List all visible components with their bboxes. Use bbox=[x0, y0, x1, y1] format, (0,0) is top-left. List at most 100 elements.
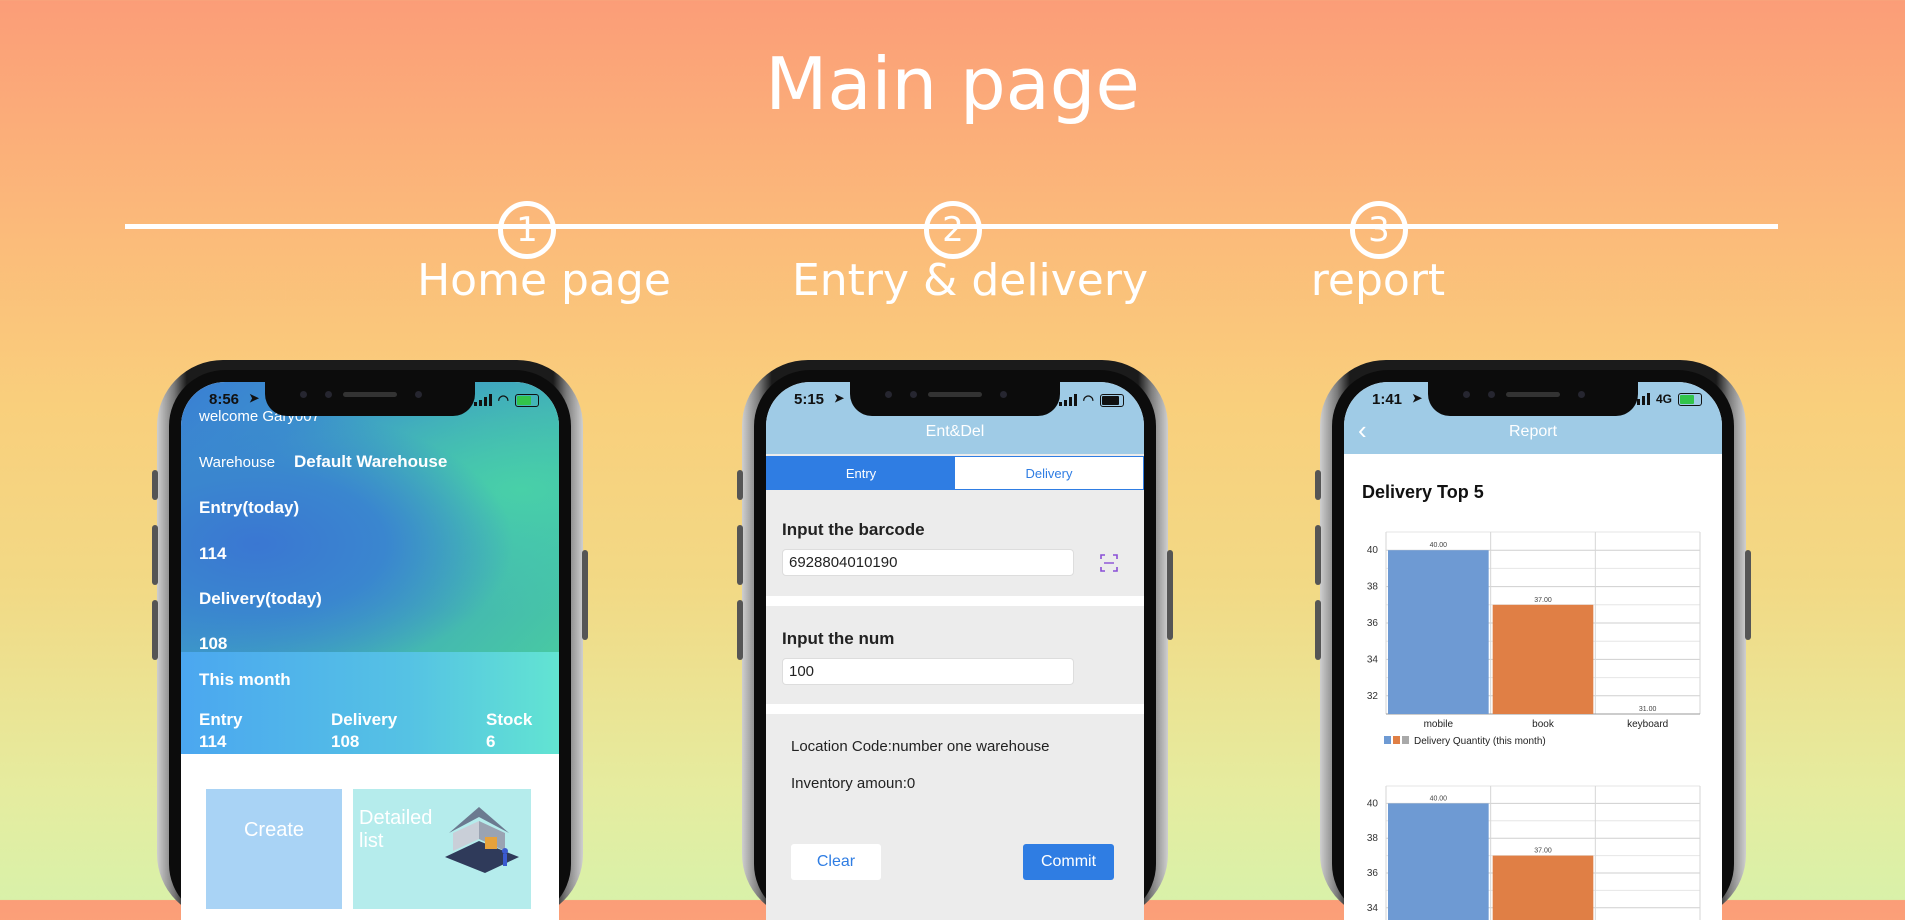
phone-side-button bbox=[152, 470, 158, 500]
home-screen: 8:56 ➤ ◠ welcome Gary007 Warehouse Defau… bbox=[181, 382, 559, 920]
phone-notch bbox=[1428, 382, 1638, 416]
delivery-today-value: 108 bbox=[199, 634, 228, 653]
commit-button[interactable]: Commit bbox=[1023, 844, 1114, 880]
phone-side-button bbox=[1315, 525, 1321, 585]
sensor-dot bbox=[910, 391, 917, 398]
x-tick-label: keyboard bbox=[1627, 719, 1668, 730]
warehouse-illustration-icon bbox=[445, 807, 519, 873]
delivery-chart-secondary: 34 36 38 40 40.00 37.00 bbox=[1367, 785, 1701, 920]
main-title: Main page bbox=[765, 42, 1140, 126]
location-code-text: Location Code:number one warehouse bbox=[791, 738, 1050, 755]
month-stock-label: Stock bbox=[486, 710, 533, 729]
tab-delivery[interactable]: Delivery bbox=[955, 457, 1143, 489]
chart-heading: Delivery Top 5 bbox=[1362, 482, 1484, 502]
month-delivery-value: 108 bbox=[331, 732, 360, 751]
detailed-list-tile[interactable]: Detailed list bbox=[353, 789, 531, 909]
location-arrow-icon: ➤ bbox=[249, 391, 260, 405]
inventory-amount-text: Inventory amoun:0 bbox=[791, 775, 916, 792]
scan-icon[interactable] bbox=[1100, 554, 1118, 572]
sensor-dot bbox=[885, 391, 892, 398]
legend-swatch bbox=[1384, 736, 1391, 744]
phone-side-button bbox=[1315, 470, 1321, 500]
speaker bbox=[928, 392, 982, 397]
phone-side-button bbox=[582, 550, 588, 640]
delivery-top5-chart: 32 34 36 38 40 40.00 mobile 37.00 book 31.00 keybo… bbox=[1367, 531, 1701, 747]
phone-side-button bbox=[1745, 550, 1751, 640]
month-stock-value: 6 bbox=[486, 732, 496, 751]
phone-side-button bbox=[737, 525, 743, 585]
section-divider bbox=[766, 704, 1144, 714]
home-hero-panel: 8:56 ➤ ◠ welcome Gary007 Warehouse Defau… bbox=[181, 382, 559, 653]
legend-swatch bbox=[1402, 736, 1409, 744]
phone-side-button bbox=[152, 525, 158, 585]
y-tick-label: 38 bbox=[1367, 582, 1379, 593]
phone-side-button bbox=[737, 600, 743, 660]
battery-icon bbox=[1678, 392, 1702, 406]
sensor-dot bbox=[325, 391, 332, 398]
bar bbox=[1388, 550, 1489, 714]
bar bbox=[1492, 604, 1594, 714]
this-month-label: This month bbox=[199, 670, 291, 689]
location-arrow-icon: ➤ bbox=[834, 391, 845, 405]
phone-home: 8:56 ➤ ◠ welcome Gary007 Warehouse Defau… bbox=[152, 360, 588, 920]
step-2-circle: 2 bbox=[924, 201, 982, 259]
sensor-dot bbox=[1488, 391, 1495, 398]
step-1-circle: 1 bbox=[498, 201, 556, 259]
step-1-label: Home page bbox=[417, 255, 671, 306]
phone-report: 1:41 ➤ 4G ‹ Report Delivery Top 5 32 34 36… bbox=[1315, 360, 1751, 920]
y-tick-label: 40 bbox=[1367, 798, 1379, 809]
y-tick-label: 38 bbox=[1367, 833, 1379, 844]
navbar-title: Ent&Del bbox=[925, 423, 985, 440]
month-entry-label: Entry bbox=[199, 710, 243, 729]
camera-dot bbox=[1000, 391, 1007, 398]
y-tick-label: 36 bbox=[1367, 618, 1379, 629]
entry-today-value: 114 bbox=[199, 544, 227, 563]
y-tick-label: 32 bbox=[1367, 691, 1379, 702]
this-month-panel: This month Entry 114 Delivery 108 Stock … bbox=[181, 652, 559, 754]
wifi-icon: ◠ bbox=[497, 392, 509, 407]
x-tick-label: book bbox=[1532, 719, 1555, 730]
network-type: 4G bbox=[1655, 392, 1672, 406]
x-tick-label: mobile bbox=[1424, 719, 1454, 730]
phone-side-button bbox=[737, 470, 743, 500]
create-tile-label: Create bbox=[243, 819, 305, 841]
data-label: 40.00 bbox=[1430, 542, 1448, 549]
clear-button[interactable]: Clear bbox=[791, 844, 881, 880]
warehouse-value[interactable]: Default Warehouse bbox=[294, 452, 447, 472]
report-screen: 1:41 ➤ 4G ‹ Report Delivery Top 5 32 34 36… bbox=[1344, 382, 1722, 920]
tab-entry[interactable]: Entry bbox=[767, 457, 955, 489]
battery-icon bbox=[515, 393, 539, 407]
barcode-label: Input the barcode bbox=[782, 520, 925, 539]
num-label: Input the num bbox=[782, 629, 895, 648]
speaker bbox=[1506, 392, 1560, 397]
legend-label: Delivery Quantity (this month) bbox=[1414, 736, 1546, 747]
data-label: 37.00 bbox=[1534, 848, 1552, 855]
step-2-label: Entry & delivery bbox=[791, 255, 1149, 306]
phone-entry-delivery: 5:15 ➤ ◠ Ent&Del Entry Delivery Input th… bbox=[737, 360, 1173, 920]
legend-swatch bbox=[1393, 736, 1400, 744]
location-arrow-icon: ➤ bbox=[1412, 391, 1423, 405]
signal-icon bbox=[1058, 394, 1077, 406]
delivery-today-label: Delivery(today) bbox=[199, 589, 322, 608]
section-divider bbox=[766, 596, 1144, 606]
barcode-input[interactable]: 6928804010190 bbox=[782, 549, 1074, 576]
detailed-list-label: Detailed list bbox=[359, 807, 433, 852]
navbar-title: Report bbox=[1508, 423, 1558, 440]
sensor-dot bbox=[300, 391, 307, 398]
battery-icon bbox=[1100, 393, 1124, 407]
data-label: 37.00 bbox=[1534, 597, 1552, 604]
num-input[interactable]: 100 bbox=[782, 658, 1074, 685]
y-tick-label: 36 bbox=[1367, 868, 1379, 879]
status-time: 5:15 bbox=[794, 391, 825, 408]
sensor-dot bbox=[1463, 391, 1470, 398]
entry-delivery-segment: Entry Delivery bbox=[766, 456, 1144, 490]
bar bbox=[1492, 855, 1594, 920]
phone-side-button bbox=[152, 600, 158, 660]
bar bbox=[1388, 803, 1489, 920]
wifi-icon: ◠ bbox=[1082, 392, 1094, 407]
status-time: 8:56 bbox=[209, 391, 240, 408]
speaker bbox=[343, 392, 397, 397]
y-tick-label: 34 bbox=[1367, 903, 1379, 914]
create-tile[interactable]: Create bbox=[206, 789, 342, 909]
data-label: 31.00 bbox=[1639, 706, 1657, 713]
